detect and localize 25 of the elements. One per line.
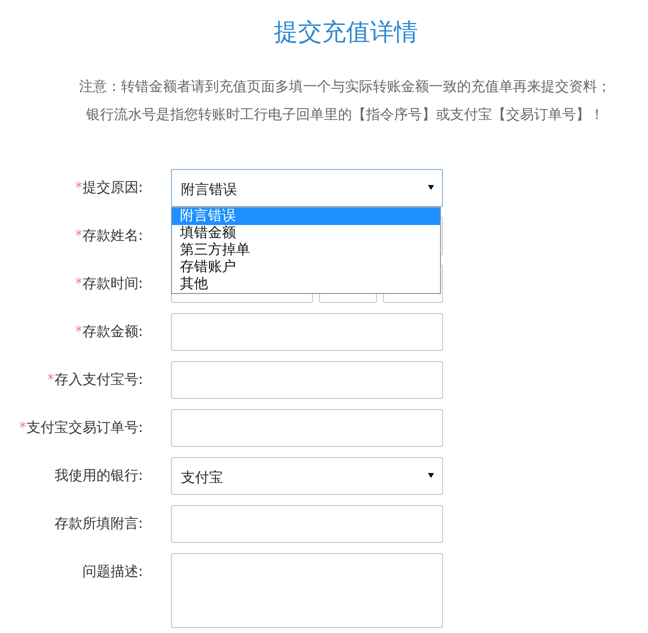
caret-icon <box>428 184 434 190</box>
notice-text: 注意：转错金额者请到充值页面多填一个与实际转账金额一致的充值单再来提交资料； <box>79 78 611 97</box>
input-field[interactable] <box>171 505 443 543</box>
field-label: *提交原因: <box>75 179 143 198</box>
field-label: *存入支付宝号: <box>47 371 143 390</box>
dropdown-option[interactable]: 存错账户 <box>172 259 440 276</box>
field-label: *存款姓名: <box>75 227 143 246</box>
input-field[interactable] <box>171 313 443 351</box>
page-title: 提交充值详情 <box>274 17 418 48</box>
field-label: *存款金额: <box>75 323 143 342</box>
field-label: 我使用的银行: <box>54 467 143 486</box>
textarea-field[interactable] <box>171 553 443 628</box>
dropdown-option[interactable]: 填错金额 <box>172 225 440 242</box>
field-label: 问题描述: <box>82 563 143 582</box>
field-label: 存款所填附言: <box>54 515 143 534</box>
notice-text: 银行流水号是指您转账时工行电子回单里的【指令序号】或支付宝【交易订单号】！ <box>86 106 604 125</box>
caret-icon <box>428 472 434 478</box>
dropdown-option[interactable]: 第三方掉单 <box>172 242 440 259</box>
dropdown-option[interactable]: 其他 <box>172 276 440 293</box>
input-field[interactable] <box>171 409 443 447</box>
field-label: *支付宝交易订单号: <box>19 419 143 438</box>
select-field[interactable]: 支付宝 <box>171 457 443 495</box>
field-label: *存款时间: <box>75 275 143 294</box>
input-field[interactable] <box>171 361 443 399</box>
select-field[interactable]: 附言错误 <box>171 169 443 207</box>
